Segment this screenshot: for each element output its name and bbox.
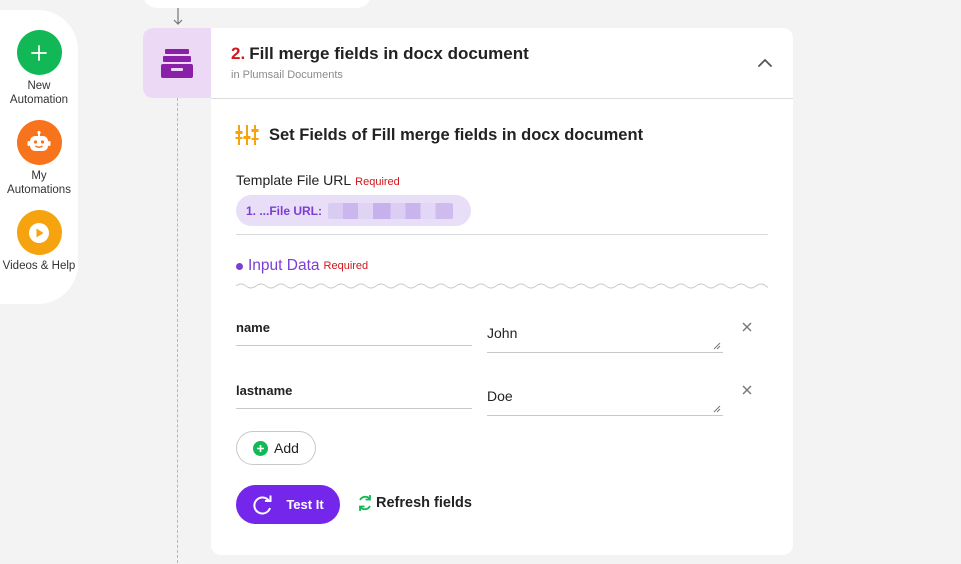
plus-circle-icon — [253, 440, 269, 456]
step-title: 2. Fill merge fields in docx document — [231, 44, 529, 63]
step-card-header[interactable]: 2. Fill merge fields in docx document in … — [211, 28, 793, 99]
resize-handle-icon[interactable] — [713, 405, 721, 413]
robot-icon — [16, 120, 62, 165]
redacted-value — [328, 202, 454, 219]
close-icon[interactable] — [740, 320, 754, 334]
resize-handle-icon[interactable] — [713, 342, 721, 350]
test-it-button[interactable]: Test It — [236, 485, 340, 524]
flow-connector-line — [177, 98, 178, 564]
refresh-icon — [359, 495, 371, 511]
refresh-fields-button[interactable]: Refresh fields — [357, 494, 472, 512]
step-card: 2. Fill merge fields in docx document in … — [211, 28, 793, 555]
bullet-dot — [236, 262, 243, 270]
chevron-up-icon[interactable] — [757, 56, 773, 70]
input-key-field[interactable]: name — [236, 316, 472, 346]
arrow-down-icon — [173, 8, 183, 25]
add-field-button[interactable]: Add — [236, 431, 316, 465]
section-title: Set Fields of Fill merge fields in docx … — [235, 124, 643, 146]
plus-icon — [16, 30, 62, 75]
left-sidebar: New Automation My Automations Videos & H… — [0, 10, 78, 304]
step-subtitle: in Plumsail Documents — [231, 69, 343, 81]
sliders-icon — [235, 125, 259, 145]
input-value-field[interactable]: John — [487, 311, 723, 353]
previous-step-card[interactable] — [143, 0, 371, 8]
step-app-tile — [143, 28, 211, 98]
archive-drawer-icon — [161, 49, 193, 78]
videos-help-label: Videos & Help — [2, 260, 76, 272]
input-key-field[interactable]: lastname — [236, 379, 472, 409]
my-automations-button[interactable]: My Automations — [0, 120, 78, 197]
input-data-label: Input Data Required — [236, 257, 368, 275]
wavy-divider — [236, 283, 768, 289]
new-automation-button[interactable]: New Automation — [0, 30, 78, 107]
template-file-url-chip[interactable]: 1. ...File URL: — [236, 195, 471, 226]
input-value-field[interactable]: Doe — [487, 374, 723, 416]
play-icon — [16, 210, 62, 255]
new-automation-label: New Automation — [9, 80, 69, 106]
divider — [236, 234, 768, 235]
reload-icon — [253, 495, 272, 514]
my-automations-label: My Automations — [7, 170, 71, 196]
videos-help-button[interactable]: Videos & Help — [0, 210, 78, 273]
close-icon[interactable] — [740, 383, 754, 397]
template-file-url-label: Template File URL Required — [236, 172, 400, 188]
